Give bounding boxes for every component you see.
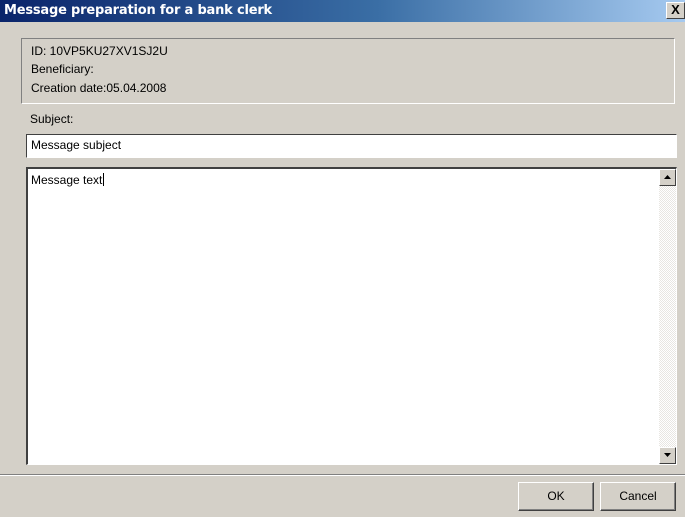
scroll-down-icon (664, 453, 671, 457)
subject-input[interactable]: Message subject (26, 134, 677, 158)
close-button[interactable]: X (666, 2, 685, 19)
footer-divider (0, 474, 685, 476)
message-text-area[interactable]: Message text (26, 167, 677, 465)
subject-label: Subject: (30, 112, 74, 126)
window-title: Message preparation for a bank clerk (4, 3, 272, 18)
message-text-content: Message text (31, 173, 105, 187)
creation-date: Creation date:05.04.2008 (31, 81, 167, 95)
message-text-value: Message text (31, 173, 103, 187)
title-bar[interactable]: Message preparation for a bank clerk X (0, 0, 685, 22)
message-id: ID: 10VP5KU27XV1SJ2U (31, 44, 168, 58)
subject-value: Message subject (31, 138, 122, 152)
cancel-button[interactable]: Cancel (600, 482, 676, 511)
close-icon: X (671, 2, 680, 17)
ok-button[interactable]: OK (518, 482, 594, 511)
scroll-down-button[interactable] (659, 447, 676, 464)
vertical-scrollbar[interactable] (659, 169, 676, 464)
scroll-up-icon (664, 175, 671, 179)
text-caret (103, 173, 105, 186)
beneficiary-label: Beneficiary: (31, 62, 94, 76)
message-info-panel: ID: 10VP5KU27XV1SJ2U Beneficiary: Creati… (21, 38, 675, 104)
scroll-up-button[interactable] (659, 169, 676, 186)
